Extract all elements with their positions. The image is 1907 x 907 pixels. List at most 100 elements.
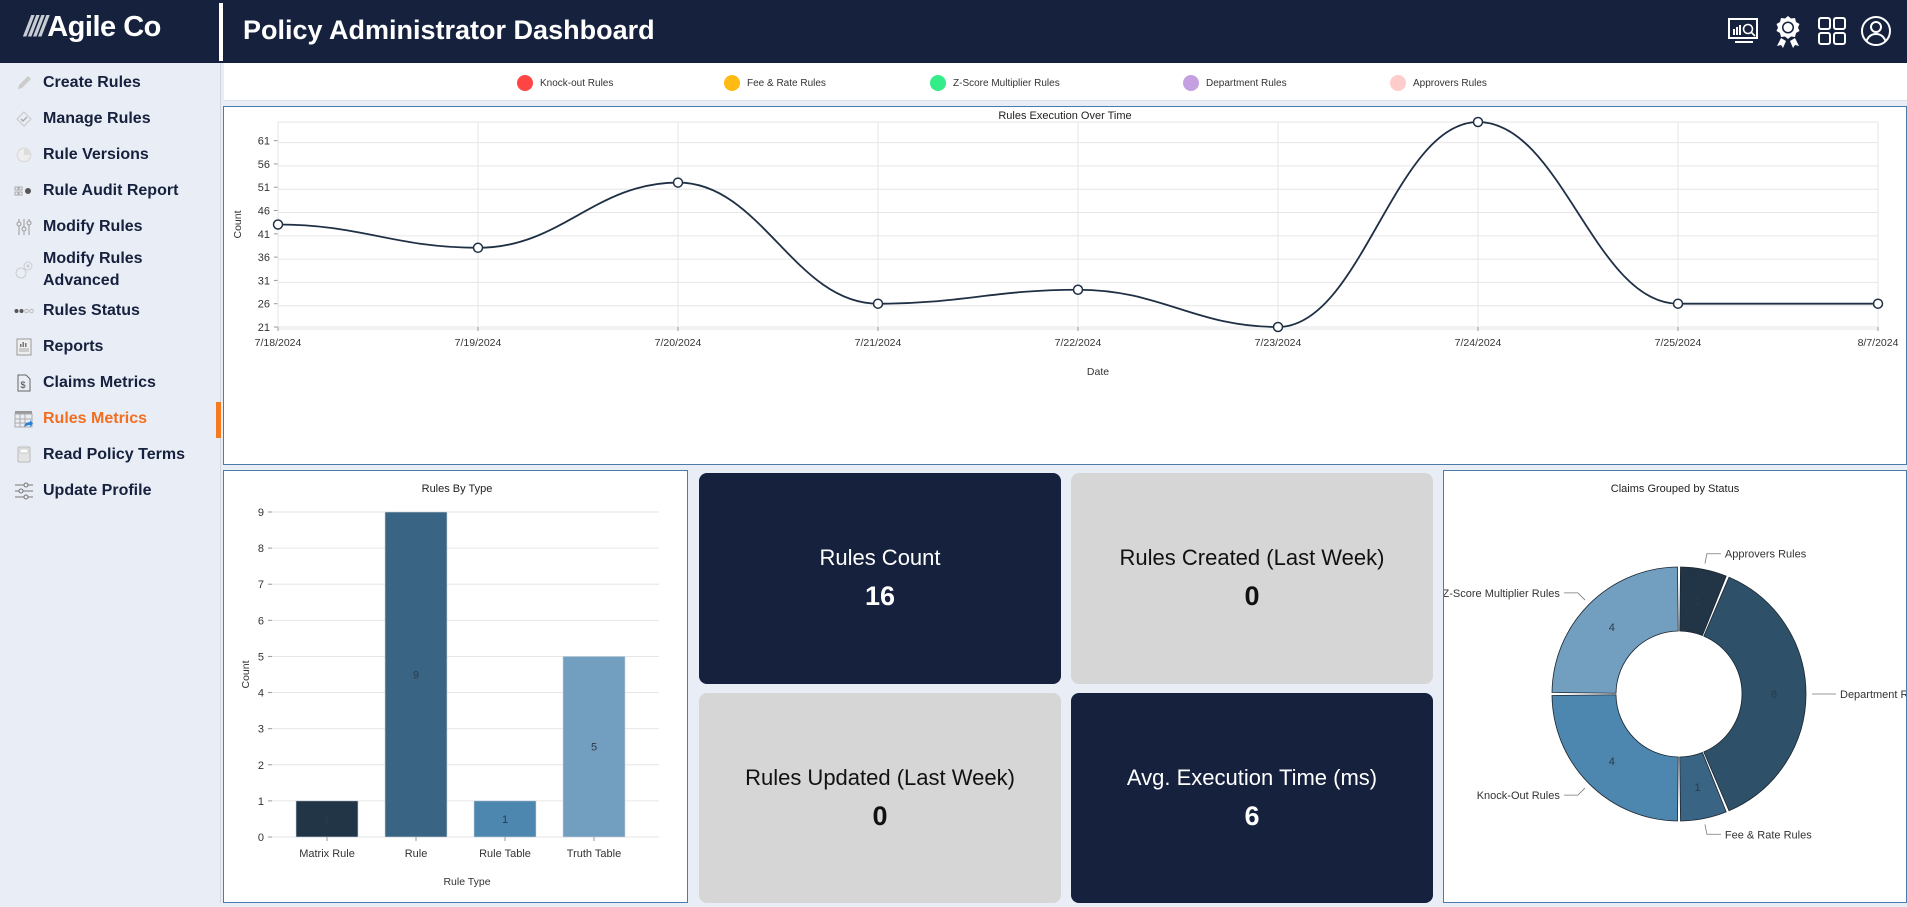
sidebar-item-label: Rule Audit Report <box>43 182 179 199</box>
donut-slice <box>1551 566 1679 694</box>
sidebar-item-rule-audit-report[interactable]: Rule Audit Report <box>0 176 221 206</box>
slice-leader-line <box>1563 787 1586 796</box>
legend-label: Department Rules <box>1206 77 1287 89</box>
y-tick-label: 31 <box>258 275 270 287</box>
chart-legend: Knock-out Rules Fee & Rate Rules Z-Score… <box>224 63 1907 101</box>
claims-by-status-panel: Claims Grouped by Status 1 Approvers Rules… <box>1443 470 1907 903</box>
donut-slice <box>1551 694 1679 822</box>
sidebar-item-rule-versions[interactable]: Rule Versions <box>0 140 221 170</box>
book-icon <box>14 445 34 465</box>
sidebar-item-label: Update Profile <box>43 482 152 499</box>
y-axis-label: Count <box>232 210 244 238</box>
bar-value-label: 1 <box>502 814 508 826</box>
data-point <box>272 219 284 230</box>
sidebar-item-create-rules[interactable]: Create Rules <box>0 68 221 98</box>
data-point <box>472 242 484 254</box>
y-tick-label: 46 <box>258 206 270 218</box>
award-badge-icon[interactable] <box>1771 14 1805 48</box>
slice-label: Z-Score Multiplier Rules <box>1444 588 1560 600</box>
check-diamond-icon <box>14 109 34 129</box>
top-bar: ////Agile Co Policy Administrator Dashbo… <box>0 0 1907 63</box>
sidebar-item-claims-metrics[interactable]: $ Claims Metrics <box>0 368 221 398</box>
legend-swatch <box>724 75 740 91</box>
rules-execution-chart: Rules Execution Over Time 21 26 31 36 41 46 51 5… <box>232 110 1899 378</box>
x-tick-label: Truth Table <box>567 848 621 860</box>
y-tick-label: 9 <box>258 507 264 519</box>
legend-label: Approvers Rules <box>1413 77 1487 89</box>
apps-grid-icon[interactable] <box>1815 14 1849 48</box>
donut-slice <box>1703 576 1807 812</box>
data-point <box>1072 284 1084 295</box>
legend-label: Fee & Rate Rules <box>747 77 826 89</box>
sidebar-item-read-policy-terms[interactable]: Read Policy Terms <box>0 440 221 470</box>
legend-swatch <box>930 75 946 91</box>
y-tick-label: 4 <box>258 688 264 700</box>
sidebar-item-update-profile[interactable]: Update Profile <box>0 476 221 506</box>
kpi-value: 16 <box>864 581 896 611</box>
table-share-icon <box>14 409 34 429</box>
data-point <box>872 298 884 309</box>
sidebar-item-modify-rules[interactable]: Modify Rules <box>0 212 221 242</box>
kpi-value: 6 <box>1244 800 1260 831</box>
slice-label: Department Rules <box>1840 689 1906 701</box>
y-tick-label: 61 <box>258 136 270 148</box>
legend-item-z-score[interactable]: Z-Score Multiplier Rules <box>930 75 1060 91</box>
y-tick-label: 26 <box>258 299 270 311</box>
slice-leader-line <box>1704 824 1721 835</box>
sidebar: Create Rules Manage Rules Rule Versions … <box>0 63 221 903</box>
logo-slashes: //// <box>24 11 47 43</box>
logo-text: Agile Co <box>47 11 161 43</box>
history-circle-icon <box>14 145 34 165</box>
analytics-monitor-icon[interactable] <box>1727 14 1761 48</box>
legend-item-department[interactable]: Department Rules <box>1183 75 1287 91</box>
y-tick-label: 1 <box>258 796 264 808</box>
sidebar-item-modify-rules-advanced[interactable]: Modify Rules Advanced <box>0 248 221 292</box>
pencil-icon <box>14 73 34 93</box>
legend-label: Knock-out Rules <box>540 77 614 89</box>
x-tick-label: 7/18/2024 <box>255 337 302 349</box>
y-tick-label: 7 <box>258 579 264 591</box>
y-tick-label: 0 <box>258 832 264 844</box>
svg-text:$: $ <box>21 380 26 390</box>
y-tick-label: 21 <box>258 322 270 334</box>
sidebar-item-rules-status[interactable]: Rules Status <box>0 296 221 326</box>
sidebar-item-label: Manage Rules <box>43 110 151 127</box>
legend-swatch <box>1390 75 1406 91</box>
user-profile-icon[interactable] <box>1859 14 1893 48</box>
sidebar-item-manage-rules[interactable]: Manage Rules <box>0 104 221 134</box>
kpi-label: Rules Updated (Last Week) <box>745 764 1015 790</box>
chart-title: Claims Grouped by Status <box>1611 483 1740 495</box>
y-tick-label: 41 <box>258 229 270 241</box>
kpi-avg-execution-time: Avg. Execution Time (ms) 6 <box>1071 693 1433 903</box>
logo[interactable]: ////Agile Co <box>24 11 161 44</box>
slice-value-label: 6 <box>1771 689 1777 701</box>
sidebar-item-rules-metrics[interactable]: Rules Metrics <box>0 402 221 438</box>
kpi-value: 0 <box>1244 581 1260 611</box>
sidebar-item-label: Modify Rules Advanced <box>43 250 143 289</box>
y-axis-label: Count <box>240 660 252 688</box>
y-tick-label: 3 <box>258 724 264 736</box>
data-point <box>1272 321 1284 333</box>
x-tick-label: Rule <box>405 848 428 860</box>
slice-value-label: 1 <box>1694 782 1700 794</box>
legend-item-fee-rate[interactable]: Fee & Rate Rules <box>724 75 826 91</box>
kpi-rules-count: Rules Count 16 <box>699 473 1061 684</box>
legend-swatch <box>1183 75 1199 91</box>
sidebar-item-reports[interactable]: Reports <box>0 332 221 362</box>
dollar-doc-icon: $ <box>14 373 34 393</box>
slice-value-label: 4 <box>1609 756 1615 768</box>
slice-leader-line <box>1704 553 1721 564</box>
bar-value-label: 9 <box>413 670 419 682</box>
legend-item-knock-out[interactable]: Knock-out Rules <box>517 75 613 91</box>
slice-label: Fee & Rate Rules <box>1725 829 1812 841</box>
legend-item-approvers[interactable]: Approvers Rules <box>1390 75 1487 91</box>
x-tick-label: 7/19/2024 <box>455 337 502 349</box>
kpi-label: Avg. Execution Time (ms) <box>1126 764 1378 790</box>
x-tick-label: 7/20/2024 <box>655 337 702 349</box>
y-tick-label: 51 <box>258 182 270 194</box>
slice-label: Approvers Rules <box>1725 549 1807 561</box>
sliders-icon <box>14 217 34 237</box>
legend-swatch <box>517 75 533 91</box>
y-tick-label: 6 <box>258 615 264 627</box>
sidebar-item-label: Rules Status <box>43 302 140 319</box>
